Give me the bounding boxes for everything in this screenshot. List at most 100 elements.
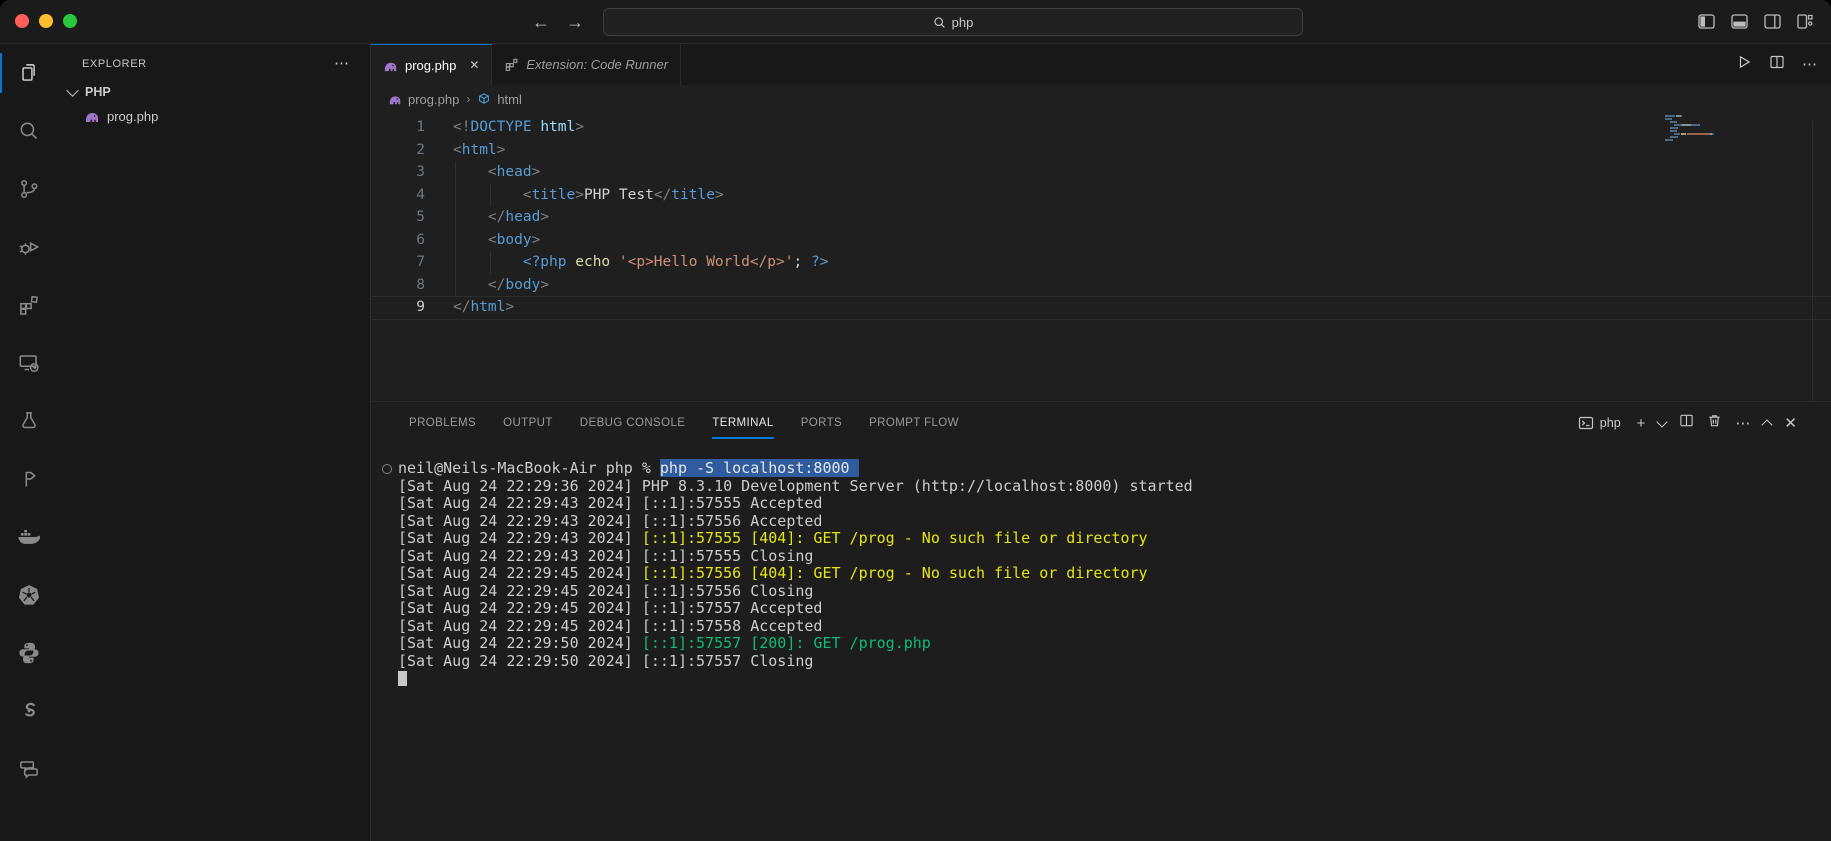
explorer-more-actions-icon[interactable]: ⋯	[334, 56, 350, 71]
code-line-8[interactable]: 8 </body>	[371, 273, 1831, 296]
toggle-panel-icon[interactable]	[1731, 14, 1748, 29]
folder-row-php[interactable]: PHP	[58, 80, 370, 104]
explorer-icon[interactable]	[0, 44, 58, 102]
close-panel-icon[interactable]: ✕	[1784, 416, 1797, 431]
terminal-line: [Sat Aug 24 22:29:45 2024] [::1]:57556 C…	[398, 581, 814, 600]
more-actions-icon[interactable]: ⋯	[1802, 57, 1817, 72]
breadcrumb: prog.php › html	[371, 85, 1831, 113]
command-center-search[interactable]: php	[603, 8, 1303, 36]
line-number: 1	[416, 119, 425, 135]
split-terminal-icon[interactable]	[1679, 413, 1694, 433]
kill-terminal-icon[interactable]	[1707, 413, 1722, 433]
line-content: </html>	[453, 299, 515, 315]
customize-layout-icon[interactable]	[1797, 14, 1813, 29]
terminal-output[interactable]: neil@Neils-MacBook-Air php % php -S loca…	[382, 459, 1821, 841]
code-line-7[interactable]: 7 <?php echo '<p>Hello World</p>'; ?>	[371, 251, 1831, 274]
tab-prog-php[interactable]: prog.php ✕	[371, 44, 493, 85]
maximize-panel-icon[interactable]	[1761, 419, 1774, 431]
split-editor-icon[interactable]	[1769, 54, 1785, 75]
chevron-down-icon	[66, 84, 79, 97]
extension-icon	[506, 58, 518, 71]
tab-prompt-flow[interactable]: PROMPT FLOW	[869, 402, 959, 444]
code-line-5[interactable]: 5 </head>	[371, 206, 1831, 229]
symbol-cube-icon	[479, 93, 490, 104]
folder-label: PHP	[85, 85, 111, 99]
sidebar-title: EXPLORER	[82, 58, 147, 70]
extensions-icon[interactable]	[0, 276, 58, 334]
line-content: <title>PHP Test</title>	[522, 186, 724, 203]
terminal-line: [Sat Aug 24 22:29:43 2024] [::1]:57556 A…	[398, 511, 823, 530]
code-line-3[interactable]: 3 <head>	[371, 161, 1831, 184]
panel-header: PROBLEMS OUTPUT DEBUG CONSOLE TERMINAL P…	[371, 402, 1831, 444]
kubernetes-icon[interactable]	[0, 566, 58, 624]
tab-debug-console[interactable]: DEBUG CONSOLE	[580, 402, 686, 444]
breadcrumb-file[interactable]: prog.php	[408, 92, 459, 107]
code-editor[interactable]: 1 <!DOCTYPE html> 2 <html> 3 <head> 4 <title>…	[371, 113, 1831, 401]
source-control-icon[interactable]	[0, 160, 58, 218]
terminal-line: [Sat Aug 24 22:29:43 2024] [::1]:57555 A…	[398, 494, 823, 512]
line-content: <?php echo '<p>Hello World</p>'; ?>	[522, 254, 829, 270]
minimize-window-button[interactable]	[39, 14, 53, 28]
remote-explorer-icon[interactable]	[0, 334, 58, 392]
python-icon[interactable]	[0, 624, 58, 682]
docker-icon[interactable]	[0, 508, 58, 566]
s-extension-icon[interactable]	[0, 682, 58, 740]
code-line-6[interactable]: 6 <body>	[371, 228, 1831, 251]
terminal-line: [Sat Aug 24 22:29:50 2024] [::1]:57557 C…	[398, 651, 814, 670]
line-number: 5	[416, 209, 425, 225]
line-content: <head>	[487, 164, 541, 180]
zoom-window-button[interactable]	[63, 14, 77, 28]
active-shell[interactable]: php	[1578, 415, 1621, 431]
line-number: 6	[416, 231, 425, 248]
search-value: php	[951, 14, 974, 30]
back-arrow-icon[interactable]: ←	[532, 13, 550, 31]
explorer-sidebar: EXPLORER ⋯ PHP prog.php	[58, 44, 371, 841]
terminal-cursor	[398, 671, 407, 686]
new-terminal-icon[interactable]: +	[1637, 416, 1646, 431]
line-number: 3	[416, 164, 425, 180]
bottom-panel: PROBLEMS OUTPUT DEBUG CONSOLE TERMINAL P…	[371, 401, 1831, 841]
tab-output[interactable]: OUTPUT	[503, 402, 553, 444]
vscode-window: ← → php EXPLORER ⋯ PHP prog.php prog.php…	[0, 0, 1831, 841]
tab-terminal[interactable]: TERMINAL	[712, 402, 775, 444]
close-window-button[interactable]	[15, 14, 29, 28]
tab-ports[interactable]: PORTS	[801, 402, 842, 444]
toggle-secondary-sidebar-icon[interactable]	[1764, 14, 1781, 29]
line-number: 7	[416, 254, 425, 270]
comments-icon[interactable]	[0, 740, 58, 798]
line-number: 8	[416, 276, 425, 293]
line-content: </body>	[487, 276, 550, 293]
tab-label: prog.php	[405, 57, 457, 73]
search-icon[interactable]	[0, 102, 58, 160]
line-content: <html>	[453, 141, 506, 158]
terminal-line: [Sat Aug 24 22:29:43 2024] [::1]:57555 C…	[398, 546, 814, 565]
run-code-icon[interactable]	[1736, 54, 1752, 75]
minimap[interactable]	[1665, 115, 1727, 142]
breadcrumb-symbol[interactable]: html	[497, 92, 522, 107]
sidebar-header: EXPLORER ⋯	[58, 44, 370, 80]
testing-icon[interactable]	[0, 392, 58, 450]
terminal-line: neil@Neils-MacBook-Air php % php -S loca…	[382, 459, 1821, 478]
code-line-1[interactable]: 1 <!DOCTYPE html>	[371, 116, 1831, 139]
history-nav: ← →	[532, 0, 584, 43]
titlebar: ← → php	[0, 0, 1831, 44]
forward-arrow-icon[interactable]: →	[566, 13, 584, 31]
search-icon	[934, 16, 945, 28]
run-and-debug-icon[interactable]	[0, 218, 58, 276]
tab-label: Extension: Code Runner	[526, 57, 669, 72]
line-number: 2	[416, 141, 425, 158]
launch-profile-chevron-icon[interactable]	[1656, 415, 1669, 428]
code-line-4[interactable]: 4 <title>PHP Test</title>	[371, 183, 1831, 206]
code-line-2[interactable]: 2 <html>	[371, 139, 1831, 162]
toggle-primary-sidebar-icon[interactable]	[1698, 14, 1715, 29]
code-line-9[interactable]: 9 </html>	[371, 296, 1831, 319]
php-file-icon	[86, 113, 98, 122]
file-row-prog-php[interactable]: prog.php	[58, 104, 370, 128]
prompt-flow-icon[interactable]	[0, 450, 58, 508]
tab-problems[interactable]: PROBLEMS	[409, 402, 476, 444]
php-file-icon	[389, 96, 401, 105]
activity-bar	[0, 44, 58, 841]
more-actions-icon[interactable]: ⋯	[1735, 416, 1750, 431]
tab-extension-code-runner[interactable]: Extension: Code Runner	[492, 44, 682, 85]
close-tab-icon[interactable]: ✕	[469, 58, 479, 72]
